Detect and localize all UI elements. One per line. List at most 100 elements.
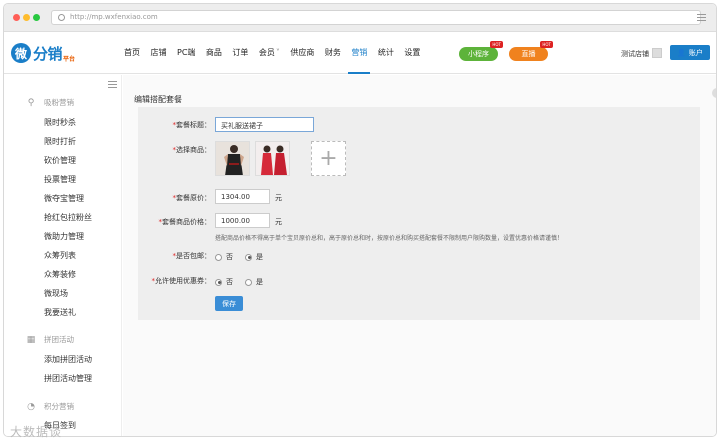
radio-circle <box>215 278 222 286</box>
main-content: 编辑搭配套餐 *套餐标题： 买礼服送裙子 *选择商品： + *套餐原价： 130… <box>123 75 716 436</box>
nav-item-orders[interactable]: 订单 <box>232 47 248 61</box>
sidebar-toggle-icon[interactable] <box>108 81 117 88</box>
package-price-label-text: 套餐商品价格： <box>162 218 211 226</box>
test-store-label[interactable]: 测试店铺 <box>621 49 649 59</box>
nav-item-stats[interactable]: 统计 <box>378 47 394 61</box>
package-form: *套餐标题： 买礼服送裙子 *选择商品： + *套餐原价： 1304.00 元 … <box>138 107 700 320</box>
nav-item-pc[interactable]: PC端 <box>177 47 195 61</box>
radio-label: 是 <box>256 278 263 286</box>
package-title-input[interactable]: 买礼服送裙子 <box>215 117 314 132</box>
nav-item-home[interactable]: 首页 <box>124 47 140 61</box>
logo-mark: 微 <box>11 43 31 63</box>
coupon-no-radio[interactable]: 否 <box>215 277 233 287</box>
top-navigation: 微 分销 平台 首页 店铺 PC端 商品 订单 会员˅ 供应商 财务 营销 统计… <box>4 33 716 74</box>
sidebar-section-label: 积分营销 <box>44 402 74 411</box>
close-window-button[interactable] <box>13 14 20 21</box>
address-text: http://mp.wxfenxiao.com <box>70 13 158 21</box>
sidebar-item-vote[interactable]: 投票管理 <box>44 174 76 185</box>
price-hint: 搭配商品价格不得高于单个宝贝原价总和，高于原价总和时，按原价总和购买搭配套餐不限… <box>215 235 564 242</box>
original-price-label-text: 套餐原价： <box>176 194 211 202</box>
original-price-input[interactable]: 1304.00 <box>215 189 270 204</box>
radio-circle <box>215 253 222 261</box>
product-thumbnail[interactable] <box>255 141 290 176</box>
group-icon: ▦ <box>26 334 36 345</box>
browser-chrome: http://mp.wxfenxiao.com <box>4 4 716 32</box>
sidebar-item-treasure[interactable]: 微夺宝管理 <box>44 193 84 204</box>
original-price-unit: 元 <box>275 194 282 202</box>
nav-item-finance[interactable]: 财务 <box>325 47 341 61</box>
store-switch-icon[interactable] <box>652 48 662 58</box>
scroll-handle[interactable] <box>712 88 716 98</box>
chevron-down-icon: ˅ <box>275 48 280 57</box>
account-label: 账户 <box>688 48 703 57</box>
free-shipping-no-radio[interactable]: 否 <box>215 252 233 262</box>
hot-badge: HOT <box>490 41 503 48</box>
free-shipping-label: *是否包邮： <box>172 252 212 260</box>
sidebar-item-crowdfunding-decor[interactable]: 众筹装修 <box>44 269 76 280</box>
promotion-icon: ⚲ <box>27 97 35 108</box>
package-price-label: *套餐商品价格： <box>158 218 212 226</box>
nav-item-marketing[interactable]: 营销 <box>348 47 371 74</box>
sidebar-item-bargain[interactable]: 砍价管理 <box>44 155 76 166</box>
address-bar[interactable]: http://mp.wxfenxiao.com <box>51 10 701 25</box>
account-button[interactable]: 👤 账户 <box>670 45 710 60</box>
points-icon: ◔ <box>27 401 35 412</box>
package-title-label: *套餐标题： <box>172 121 212 129</box>
free-shipping-yes-radio[interactable]: 是 <box>245 252 263 262</box>
watermark: 大数据谈 <box>10 425 63 439</box>
choose-goods-label: *选择商品： <box>172 146 212 154</box>
package-price-unit: 元 <box>275 218 282 226</box>
miniprogram-button[interactable]: 小程序 HOT <box>459 41 503 61</box>
minimize-window-button[interactable] <box>23 14 30 21</box>
main-nav: 首页 店铺 PC端 商品 订单 会员˅ 供应商 财务 营销 统计 设置 <box>124 47 431 74</box>
sidebar-section-label: 吸粉营销 <box>44 98 74 107</box>
sidebar-item-add-group[interactable]: 添加拼团活动 <box>44 354 92 365</box>
sidebar-item-gift[interactable]: 我要送礼 <box>44 307 76 318</box>
sidebar-item-assist[interactable]: 微助力管理 <box>44 231 84 242</box>
live-button[interactable]: 直播 HOT <box>509 41 553 61</box>
sidebar-item-manage-group[interactable]: 拼团活动管理 <box>44 373 92 384</box>
logo[interactable]: 微 分销 平台 <box>11 42 75 64</box>
sidebar-section-promotion: ⚲ 吸粉营销 <box>26 97 74 108</box>
nav-item-members[interactable]: 会员˅ <box>259 47 280 61</box>
sidebar: ⚲ 吸粉营销 限时秒杀 限时打折 砍价管理 投票管理 微夺宝管理 抢红包拉粉丝 … <box>4 75 122 436</box>
sidebar-item-red-packet[interactable]: 抢红包拉粉丝 <box>44 212 92 223</box>
miniprogram-label: 小程序 <box>468 50 489 58</box>
radio-label: 否 <box>226 278 233 286</box>
coupon-label-text: 允许使用优惠券： <box>155 277 211 285</box>
nav-item-settings[interactable]: 设置 <box>404 47 420 61</box>
user-icon: 👤 <box>677 48 686 57</box>
choose-goods-label-text: 选择商品： <box>176 146 211 154</box>
original-price-label: *套餐原价： <box>172 194 212 202</box>
hot-badge: HOT <box>540 41 553 48</box>
sidebar-section-group: ▦ 拼团活动 <box>26 334 74 345</box>
maximize-window-button[interactable] <box>33 14 40 21</box>
nav-item-store[interactable]: 店铺 <box>151 47 167 61</box>
page-title: 编辑搭配套餐 <box>134 95 182 104</box>
radio-circle <box>245 278 252 286</box>
package-title-label-text: 套餐标题： <box>176 121 211 129</box>
radio-circle <box>245 253 252 261</box>
browser-window: http://mp.wxfenxiao.com 微 分销 平台 首页 店铺 PC… <box>3 3 717 437</box>
free-shipping-label-text: 是否包邮： <box>176 252 211 260</box>
sidebar-section-label: 拼团活动 <box>44 335 74 344</box>
nav-item-members-label: 会员 <box>258 48 275 57</box>
sidebar-section-points: ◔ 积分营销 <box>26 401 74 412</box>
product-thumbnail[interactable] <box>215 141 250 176</box>
save-button[interactable]: 保存 <box>215 296 243 311</box>
coupon-yes-radio[interactable]: 是 <box>245 277 263 287</box>
package-price-input[interactable]: 1000.00 <box>215 213 270 228</box>
sidebar-item-live-scene[interactable]: 微现场 <box>44 288 68 299</box>
logo-subtext: 平台 <box>63 55 76 63</box>
globe-icon <box>58 14 65 21</box>
nav-item-goods[interactable]: 商品 <box>206 47 222 61</box>
sidebar-item-time-discount[interactable]: 限时打折 <box>44 136 76 147</box>
coupon-label: *允许使用优惠券： <box>151 277 212 285</box>
sidebar-item-crowdfunding-list[interactable]: 众筹列表 <box>44 250 76 261</box>
sidebar-item-flash-sale[interactable]: 限时秒杀 <box>44 117 76 128</box>
radio-label: 是 <box>256 253 263 261</box>
radio-label: 否 <box>226 253 233 261</box>
add-product-button[interactable]: + <box>311 141 346 176</box>
browser-menu-icon[interactable] <box>697 14 706 21</box>
nav-item-suppliers[interactable]: 供应商 <box>290 47 314 61</box>
